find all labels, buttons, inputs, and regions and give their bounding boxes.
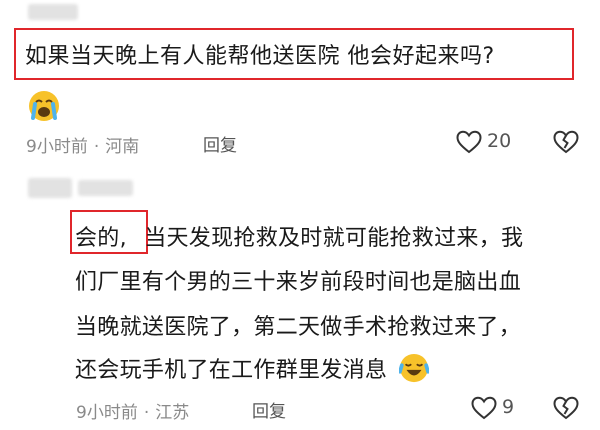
comment-line-4: 还会玩手机了在工作群里发消息 <box>75 352 430 389</box>
timestamp: 9小时前 <box>26 137 88 157</box>
reply-button[interactable]: 回复 <box>252 397 286 422</box>
meta-separator: · <box>143 403 150 423</box>
broken-heart-icon[interactable] <box>553 130 579 158</box>
comment-text: 如果当天晚上有人能帮他送医院 他会好起来吗? <box>25 44 495 69</box>
comment-meta: 9小时前 · 江苏 <box>76 398 189 423</box>
username-blurred[interactable] <box>28 4 78 20</box>
like-count: 9 <box>502 396 515 418</box>
comment-line-3: 当晚就送医院了，第二天做手术抢救过来了， <box>75 315 522 340</box>
comment-text: 还会玩手机了在工作群里发消息 <box>75 358 388 383</box>
broken-heart-icon[interactable] <box>553 396 579 424</box>
location: 江苏 <box>155 403 190 423</box>
username-blurred[interactable] <box>78 180 133 196</box>
comment-line-2: 们厂里有个男的三十来岁前段时间也是脑出血 <box>75 270 522 295</box>
like-count: 20 <box>487 130 512 152</box>
avatar-blurred[interactable] <box>28 178 72 198</box>
comment-line-1: 会的, 当天发现抢救及时就可能抢救过来，我 <box>75 220 523 252</box>
location: 河南 <box>105 137 140 157</box>
laughing-crying-face-icon <box>397 353 430 389</box>
highlighted-answer: 会的, <box>75 226 127 251</box>
heart-icon[interactable] <box>456 130 482 158</box>
comment-meta: 9小时前 · 河南 <box>26 132 139 157</box>
comment-text: 当天发现抢救及时就可能抢救过来，我 <box>144 226 524 251</box>
meta-separator: · <box>93 137 100 157</box>
reply-button[interactable]: 回复 <box>203 131 237 156</box>
timestamp: 9小时前 <box>76 403 138 423</box>
heart-icon[interactable] <box>471 396 497 424</box>
crying-face-icon <box>24 88 64 124</box>
